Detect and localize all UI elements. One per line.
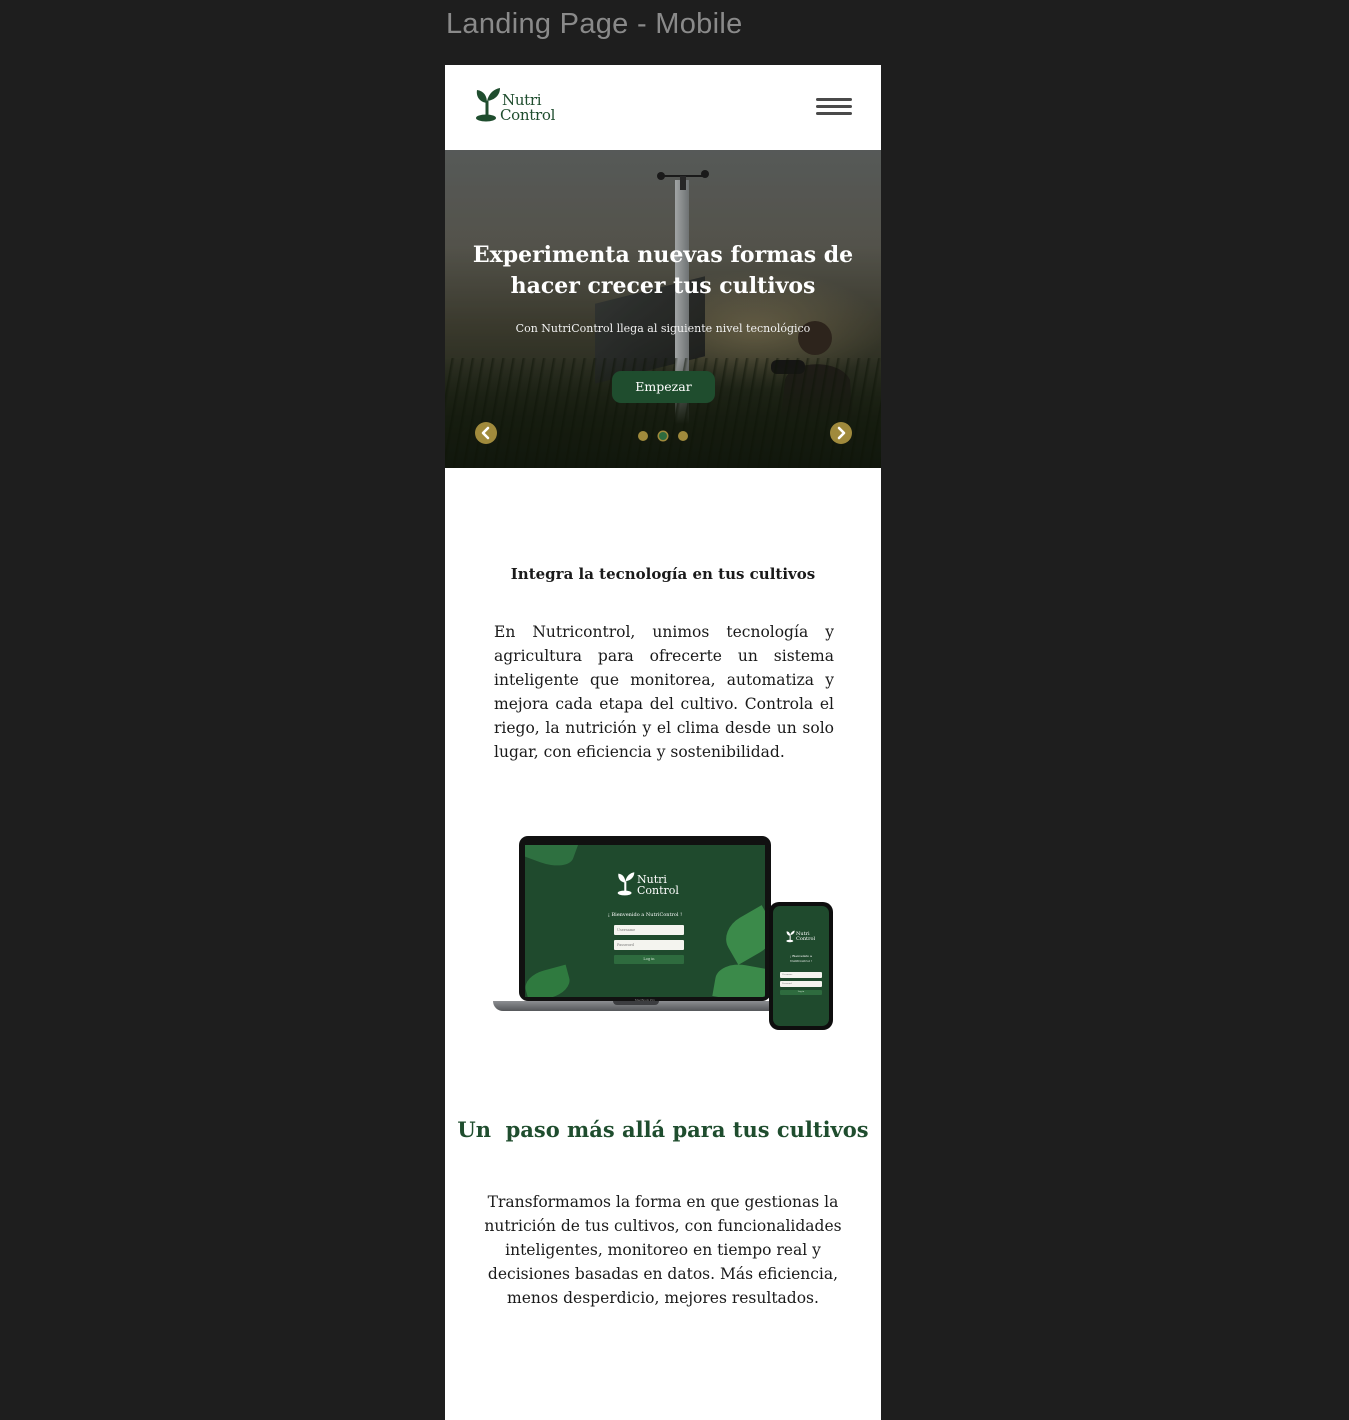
laptop-username-field[interactable]: Username <box>614 925 684 935</box>
hero-title-line1: Experimenta nuevas formas de <box>472 242 854 268</box>
sprout-logo-icon <box>786 930 795 943</box>
carousel-dot-1[interactable] <box>638 431 648 441</box>
leaf-decoration <box>525 964 573 997</box>
site-header: Nutri Control <box>445 65 881 150</box>
section-body-paso: Transformamos la forma en que gestionas … <box>484 1193 842 1307</box>
chevron-right-icon <box>837 426 846 440</box>
leaf-decoration <box>712 960 765 997</box>
section-title-paso: Un paso más allá para tus cultivos <box>457 1117 869 1142</box>
frame-title: Landing Page - Mobile <box>446 8 743 40</box>
chevron-left-icon <box>481 426 490 440</box>
phone-login-button[interactable]: Log in <box>780 990 822 995</box>
hero-carousel: Experimenta nuevas formas de hacer crece… <box>445 150 881 468</box>
devices-mockup: Nutri Control ¡ Bienvenido a NutriContro… <box>493 835 835 1045</box>
hero-title-line2: hacer crecer tus cultivos <box>510 273 816 299</box>
logo-line2: Control <box>500 106 556 124</box>
phone-logo-text: Nutri Control <box>796 932 815 942</box>
sprout-logo-icon <box>617 872 635 896</box>
laptop-base <box>493 1001 780 1011</box>
phone-password-field[interactable]: Password <box>780 981 822 987</box>
hamburger-menu-icon[interactable] <box>816 98 852 118</box>
carousel-prev-button[interactable] <box>475 422 497 444</box>
phone-username-field[interactable]: Username <box>780 972 822 978</box>
phone-device: Nutri Control ¡ Bienvenido a NutriContro… <box>769 902 833 1030</box>
hero-overlay <box>445 150 881 468</box>
logo-text: Nutri Control <box>500 93 556 124</box>
logo[interactable]: Nutri Control <box>475 87 565 127</box>
hero-title: Experimenta nuevas formas de hacer crece… <box>445 240 881 302</box>
section-body-integra: En Nutricontrol, unimos tecnología y agr… <box>494 623 834 761</box>
laptop-welcome-text: ¡ Bienvenido a NutriControl ! <box>607 912 683 918</box>
phone-logo-line2: Control <box>796 936 816 942</box>
hero-subtitle: Con NutriControl llega al siguiente nive… <box>515 322 811 335</box>
laptop-logo-text: Nutri Control <box>637 874 679 896</box>
laptop-login-button[interactable]: Log in <box>614 955 684 964</box>
phone-welcome-text: ¡ Bienvenido a NutriControl ! <box>773 954 829 964</box>
phone-login-screen: Nutri Control ¡ Bienvenido a NutriContro… <box>773 906 829 1026</box>
sprout-logo-icon <box>476 88 500 122</box>
phone-welcome-line2: NutriControl ! <box>790 959 812 963</box>
laptop-login-screen: Nutri Control ¡ Bienvenido a NutriContro… <box>525 845 765 997</box>
carousel-next-button[interactable] <box>830 422 852 444</box>
section-title-integra: Integra la tecnología en tus cultivos <box>510 565 816 583</box>
laptop-password-field[interactable]: Password <box>614 940 684 950</box>
laptop-logo-line2: Control <box>637 884 679 897</box>
carousel-dot-2[interactable] <box>659 432 667 440</box>
empezar-button[interactable]: Empezar <box>612 371 715 403</box>
leaf-decoration <box>525 845 579 873</box>
carousel-dot-3[interactable] <box>678 431 688 441</box>
mobile-landing-page: Nutri Control Experimenta nuevas formas … <box>445 65 881 1420</box>
laptop-screen: Nutri Control ¡ Bienvenido a NutriContro… <box>519 836 771 1002</box>
carousel-dots <box>638 431 698 443</box>
